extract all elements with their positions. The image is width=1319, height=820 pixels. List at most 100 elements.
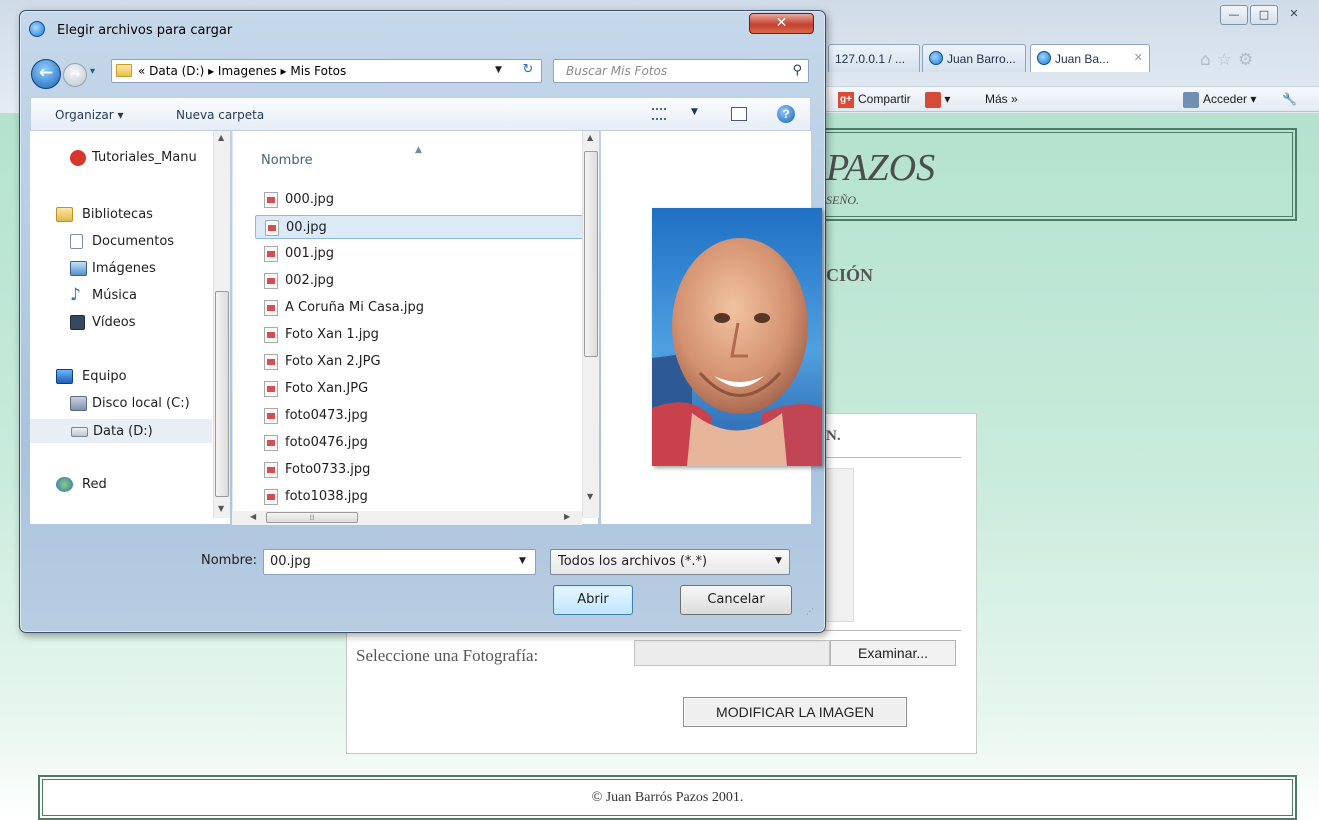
- file-name: Foto Xan 1.jpg: [285, 327, 379, 342]
- nav-item-music[interactable]: ♪ Música: [30, 284, 220, 308]
- nav-item-label: Data (D:): [93, 424, 153, 439]
- recent-locations-dropdown-icon[interactable]: ▾: [90, 66, 95, 77]
- nav-item-pictures[interactable]: Imágenes: [30, 257, 220, 281]
- nav-item-tutoriales[interactable]: Tutoriales_Manu: [30, 146, 220, 170]
- file-list-item[interactable]: Foto Xan 1.jpg: [255, 323, 587, 347]
- nav-item-computer[interactable]: Equipo: [30, 365, 220, 389]
- current-image-box: [826, 468, 854, 622]
- filename-dropdown-icon[interactable]: ▼: [519, 556, 526, 566]
- help-icon[interactable]: ?: [777, 105, 795, 123]
- dialog-close-button[interactable]: ✕: [749, 13, 814, 34]
- nav-item-label: Disco local (C:): [92, 396, 190, 411]
- file-list-item[interactable]: 000.jpg: [255, 188, 587, 212]
- scroll-left-icon[interactable]: ◀: [250, 512, 256, 521]
- search-input[interactable]: Buscar Mis Fotos: [566, 64, 667, 78]
- file-list-item[interactable]: foto0476.jpg: [255, 431, 587, 455]
- file-list-item[interactable]: Foto Xan.JPG: [255, 377, 587, 401]
- forward-arrow-icon[interactable]: →: [63, 63, 87, 87]
- file-list-pane: ▲ Nombre 000.jpg 00.jpg 001.jpg 002.jpg A Co…: [232, 131, 598, 524]
- tutoriales-icon: [70, 150, 86, 166]
- image-file-icon: [264, 489, 278, 505]
- tools-gear-icon[interactable]: ⚙: [1238, 50, 1259, 70]
- file-list-item[interactable]: 001.jpg: [255, 242, 587, 266]
- nav-item-libraries[interactable]: Bibliotecas: [30, 203, 220, 227]
- file-name: 002.jpg: [285, 273, 335, 288]
- scrollbar-thumb[interactable]: [584, 151, 598, 357]
- nav-item-network[interactable]: Red: [30, 473, 220, 497]
- browser-tab-3[interactable]: Juan Ba... ✕: [1030, 44, 1150, 72]
- ie-icon: [1037, 51, 1051, 65]
- minimize-button[interactable]: —: [1220, 5, 1248, 25]
- tab-label: Juan Barro...: [947, 52, 1016, 66]
- file-list-horizontal-scrollbar[interactable]: ◀ ⁞⁞ ▶: [232, 511, 582, 525]
- scroll-down-icon[interactable]: ▼: [218, 504, 224, 513]
- filename-input[interactable]: 00.jpg ▼: [263, 549, 536, 575]
- address-dropdown-icon[interactable]: ▼: [495, 65, 502, 75]
- share-button[interactable]: g+ Compartir: [838, 92, 911, 108]
- change-view-icon[interactable]: [652, 108, 666, 120]
- user-icon: [1183, 92, 1199, 108]
- search-box[interactable]: Buscar Mis Fotos ⚲: [553, 59, 809, 83]
- dialog-bottom-area: Nombre: 00.jpg ▼ Todos los archivos (*.*…: [30, 524, 811, 620]
- scroll-up-icon[interactable]: ▲: [218, 133, 224, 142]
- new-folder-button[interactable]: Nueva carpeta: [176, 108, 264, 122]
- scroll-right-icon[interactable]: ▶: [564, 512, 570, 521]
- browser-tab-1[interactable]: 127.0.0.1 / ...: [828, 44, 920, 72]
- home-icon[interactable]: ⌂: [1200, 50, 1217, 70]
- scroll-down-icon[interactable]: ▼: [587, 492, 593, 501]
- search-icon[interactable]: ⚲: [792, 63, 802, 78]
- file-list-item[interactable]: Foto Xan 2.JPG: [255, 350, 587, 374]
- addon-button[interactable]: ▾: [925, 92, 950, 108]
- view-dropdown-icon[interactable]: ▼: [691, 107, 698, 117]
- maximize-button[interactable]: □: [1250, 5, 1278, 25]
- footer-text: © Juan Barrós Pazos 2001.: [591, 790, 744, 805]
- photo-preview-image: [652, 208, 822, 466]
- nav-item-label: Red: [82, 477, 107, 492]
- wrench-icon[interactable]: 🔧: [1282, 92, 1297, 106]
- file-path-input[interactable]: [634, 640, 830, 666]
- nav-pane-scrollbar[interactable]: ▲ ▼: [213, 131, 230, 518]
- favorites-icon[interactable]: ☆: [1217, 50, 1238, 70]
- header-title: PAZOS: [826, 147, 936, 189]
- more-button[interactable]: Más »: [985, 92, 1018, 106]
- file-name: Foto0733.jpg: [285, 462, 371, 477]
- tab-label: Juan Ba...: [1055, 52, 1110, 66]
- file-list-item[interactable]: foto1038.jpg: [255, 485, 587, 509]
- filename-value: 00.jpg: [270, 554, 311, 569]
- organize-button[interactable]: Organizar ▾: [55, 108, 124, 122]
- column-header-name[interactable]: Nombre: [261, 153, 313, 168]
- login-button[interactable]: Acceder ▾: [1183, 92, 1256, 108]
- nav-item-data-drive[interactable]: Data (D:): [30, 419, 212, 443]
- close-tab-icon[interactable]: ✕: [1134, 51, 1143, 64]
- image-file-icon: [264, 354, 278, 370]
- file-list-item[interactable]: 002.jpg: [255, 269, 587, 293]
- scrollbar-thumb[interactable]: ⁞⁞: [266, 512, 358, 523]
- file-list-item[interactable]: A Coruña Mi Casa.jpg: [255, 296, 587, 320]
- nav-item-label: Documentos: [92, 234, 175, 249]
- dialog-title: Elegir archivos para cargar: [57, 23, 233, 38]
- browse-button[interactable]: Examinar...: [830, 640, 956, 666]
- file-list-item[interactable]: Foto0733.jpg: [255, 458, 587, 482]
- browser-tab-2[interactable]: Juan Barro...: [922, 44, 1026, 72]
- resize-grip-icon[interactable]: ⋰: [806, 607, 814, 616]
- close-window-button[interactable]: ✕: [1280, 5, 1308, 25]
- nav-item-documents[interactable]: Documentos: [30, 230, 220, 254]
- preview-pane-icon[interactable]: [731, 107, 747, 121]
- file-list-item[interactable]: 00.jpg: [255, 215, 587, 239]
- file-list-vertical-scrollbar[interactable]: ▲ ▼: [582, 131, 599, 518]
- open-button[interactable]: Abrir: [553, 585, 633, 615]
- cancel-button[interactable]: Cancelar: [680, 585, 792, 615]
- nav-item-local-disk[interactable]: Disco local (C:): [30, 392, 220, 416]
- nav-item-videos[interactable]: Vídeos: [30, 311, 220, 335]
- file-list-item[interactable]: foto0473.jpg: [255, 404, 587, 428]
- scrollbar-thumb[interactable]: [215, 291, 229, 497]
- filter-dropdown-icon[interactable]: ▼: [775, 556, 782, 566]
- modify-image-button[interactable]: MODIFICAR LA IMAGEN: [683, 697, 907, 727]
- refresh-icon[interactable]: ↻: [517, 62, 539, 80]
- address-bar[interactable]: « Data (D:) ▸ Imagenes ▸ Mis Fotos ▼ ↻: [111, 59, 542, 83]
- image-file-icon: [264, 300, 278, 316]
- breadcrumb[interactable]: « Data (D:) ▸ Imagenes ▸ Mis Fotos: [138, 64, 346, 78]
- scroll-up-icon[interactable]: ▲: [587, 133, 593, 142]
- file-type-filter-select[interactable]: Todos los archivos (*.*) ▼: [550, 549, 790, 575]
- back-arrow-icon[interactable]: ←: [31, 59, 61, 89]
